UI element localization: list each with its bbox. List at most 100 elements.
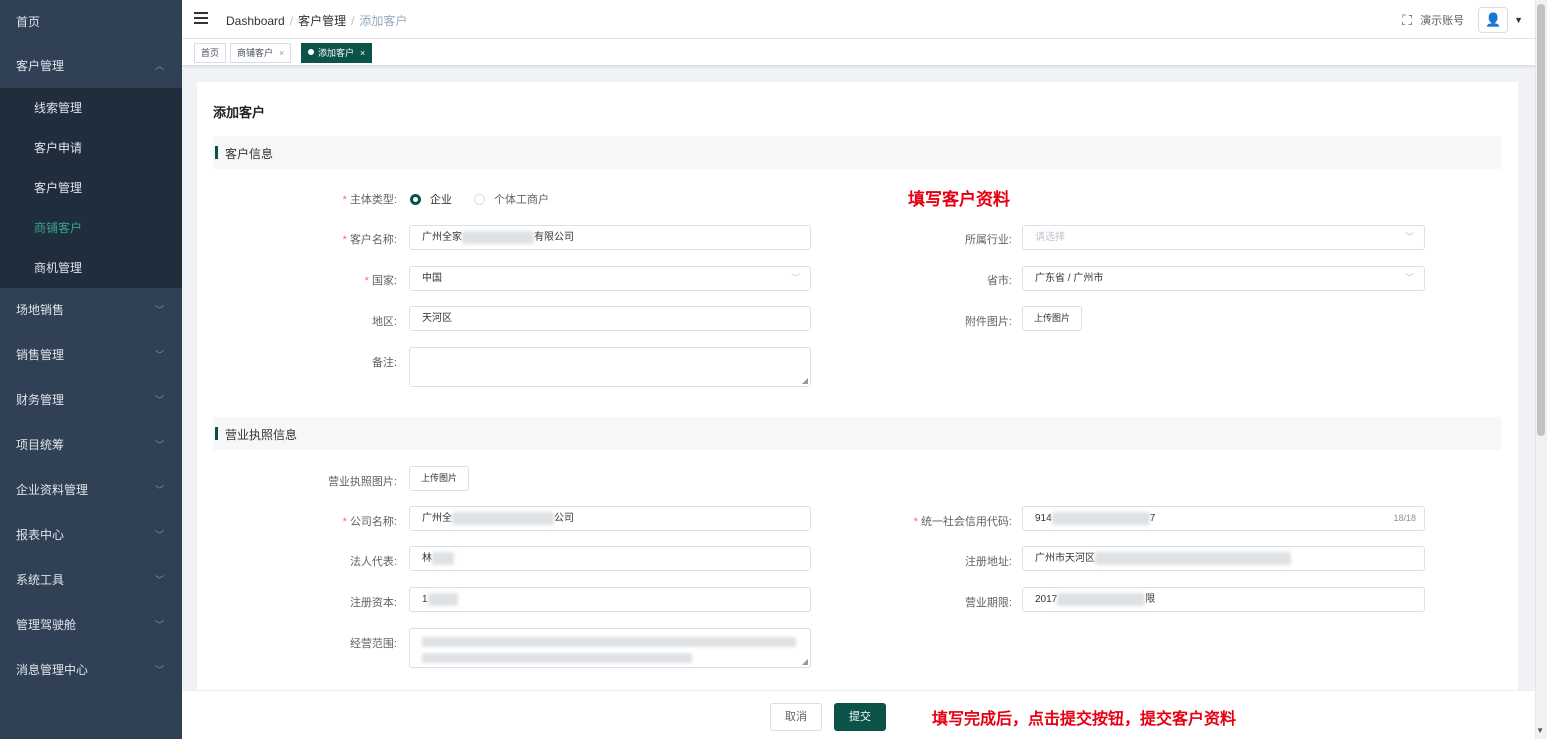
chevron-down-icon: ﹀ <box>154 395 164 405</box>
resize-handle-icon[interactable]: ◢ <box>802 376 808 385</box>
credit-code-input[interactable]: 914 7 18/18 <box>1022 506 1425 531</box>
chevron-down-icon: ﹀ <box>154 305 164 315</box>
chevron-down-icon: ﹀ <box>154 350 164 360</box>
sidebar-item-label: 销售管理 <box>16 348 65 362</box>
upload-attachment-button[interactable]: 上传图片 <box>1022 306 1083 331</box>
avatar[interactable]: 👤 <box>1478 7 1509 33</box>
user-icon: 👤 <box>1484 12 1502 27</box>
top-navbar: Dashboard / 客户管理 / 添加客户 ⛶ 演示账号 👤 ▼ <box>182 0 1547 39</box>
annotation-fill-info: 填写客户资料 <box>908 190 1010 209</box>
sidebar-item-label: 财务管理 <box>16 393 65 407</box>
sidebar-subitem-customer-application[interactable]: 客户申请 <box>0 128 182 168</box>
sidebar-subitem-shop-customers[interactable]: 商铺客户 <box>0 208 182 248</box>
legal-rep-input[interactable]: 林 <box>409 546 811 571</box>
industry-select[interactable]: 请选择 ﹀ <box>1022 225 1425 250</box>
remark-label: 备注: <box>371 357 397 369</box>
char-counter: 18/18 <box>1393 513 1416 523</box>
breadcrumb-item[interactable]: 客户管理 <box>298 14 346 28</box>
entity-type-label: * 主体类型: <box>342 194 397 206</box>
sidebar-item-venue-sales[interactable]: 场地销售 ﹀ <box>0 288 182 333</box>
business-term-label: 营业期限: <box>964 597 1012 609</box>
chevron-down-icon: ﹀ <box>154 530 164 540</box>
caret-down-icon[interactable]: ▼ <box>1514 15 1523 25</box>
account-name: 演示账号 <box>1420 15 1465 27</box>
district-input[interactable]: 天河区 <box>409 306 811 331</box>
form-footer: 取消 提交 填写完成后，点击提交按钮，提交客户资料 <box>182 690 1535 739</box>
license-image-label: 营业执照图片: <box>327 476 397 488</box>
sidebar-item-system-tools[interactable]: 系统工具 ﹀ <box>0 558 182 603</box>
sidebar-subitem-leads[interactable]: 线索管理 <box>0 88 182 128</box>
chevron-down-icon: ﹀ <box>154 485 164 495</box>
country-select[interactable]: 中国 ﹀ <box>409 266 811 291</box>
breadcrumb: Dashboard / 客户管理 / 添加客户 <box>226 14 408 28</box>
tag-label: 添加客户 <box>318 48 355 58</box>
sidebar-item-sales[interactable]: 销售管理 ﹀ <box>0 333 182 378</box>
sidebar-item-home[interactable]: 首页 <box>0 0 182 45</box>
sidebar-item-label: 管理驾驶舱 <box>16 618 77 632</box>
close-icon[interactable]: × <box>279 48 284 58</box>
reg-address-input[interactable]: 广州市天河区 <box>1022 546 1425 571</box>
sidebar-item-finance[interactable]: 财务管理 ﹀ <box>0 378 182 423</box>
reg-capital-label: 注册资本: <box>349 597 397 609</box>
customer-name-label: * 客户名称: <box>342 234 397 246</box>
chevron-down-icon: ﹀ <box>154 665 164 675</box>
sidebar-item-cockpit[interactable]: 管理驾驶舱 ﹀ <box>0 603 182 648</box>
section-title: 客户信息 <box>225 147 274 161</box>
scrollbar[interactable]: ▼ <box>1535 0 1547 739</box>
company-name-input[interactable]: 广州全 公司 <box>409 506 811 531</box>
province-label: 省市: <box>986 275 1012 287</box>
scroll-down-arrow-icon[interactable]: ▼ <box>1536 726 1544 735</box>
sidebar-item-messages[interactable]: 消息管理中心 ﹀ <box>0 648 182 693</box>
tag-add-customer[interactable]: 添加客户 × <box>301 43 373 63</box>
business-term-input[interactable]: 2017 限 <box>1022 587 1425 612</box>
district-label: 地区: <box>371 316 397 328</box>
customer-name-input[interactable]: 广州全家 有限公司 <box>409 225 811 250</box>
sidebar-item-company-info[interactable]: 企业资料管理 ﹀ <box>0 468 182 513</box>
customer-submenu: 线索管理 客户申请 客户管理 商铺客户 商机管理 <box>0 88 182 288</box>
tag-home[interactable]: 首页 <box>194 43 227 63</box>
sidebar-item-label: 客户管理 <box>16 59 65 73</box>
submit-button[interactable]: 提交 <box>834 703 886 731</box>
credit-code-label: * 统一社会信用代码: <box>913 516 1012 528</box>
resize-handle-icon[interactable]: ◢ <box>802 657 808 666</box>
sidebar-item-label: 项目统筹 <box>16 438 65 452</box>
sidebar: 首页 客户管理 ︿ 线索管理 客户申请 客户管理 商铺客户 商机管理 场地销售 ﹀ … <box>0 0 182 739</box>
breadcrumb-item[interactable]: Dashboard <box>226 14 285 28</box>
navbar-right: ⛶ 演示账号 👤 ▼ <box>1402 7 1523 33</box>
upload-license-button[interactable]: 上传图片 <box>409 466 470 491</box>
business-scope-label: 经营范围: <box>349 638 397 650</box>
tags-view: 首页 商铺客户 × 添加客户 × <box>182 39 1547 66</box>
chevron-down-icon: ﹀ <box>790 273 800 283</box>
cancel-button[interactable]: 取消 <box>770 703 822 731</box>
business-scope-textarea[interactable]: ◢ <box>409 628 811 668</box>
sidebar-subitem-opportunities[interactable]: 商机管理 <box>0 248 182 288</box>
reg-capital-input[interactable]: 1 <box>409 587 811 612</box>
sidebar-item-label: 首页 <box>16 15 41 29</box>
sidebar-item-customer-management[interactable]: 客户管理 ︿ <box>0 45 182 88</box>
chevron-down-icon: ﹀ <box>154 620 164 630</box>
attachment-label: 附件图片: <box>964 316 1012 328</box>
fullscreen-icon[interactable]: ⛶ <box>1402 12 1412 29</box>
form-card: 添加客户 客户信息 * 主体类型: 企业 个体工商户 填写客户资料 * 客户名称: … <box>197 82 1518 692</box>
tag-label: 商铺客户 <box>237 48 274 58</box>
section-customer-info: 客户信息 <box>213 136 1501 169</box>
section-title: 营业执照信息 <box>225 428 298 442</box>
radio-enterprise[interactable]: 企业 <box>410 191 452 207</box>
sidebar-item-projects[interactable]: 项目统筹 ﹀ <box>0 423 182 468</box>
scrollbar-thumb[interactable] <box>1537 4 1545 436</box>
chevron-down-icon: ﹀ <box>1404 232 1414 242</box>
tag-shop-customers[interactable]: 商铺客户 × <box>230 43 292 63</box>
sidebar-item-reports[interactable]: 报表中心 ﹀ <box>0 513 182 558</box>
radio-unchecked-icon <box>474 193 485 205</box>
industry-label: 所属行业: <box>964 234 1012 246</box>
company-name-label: * 公司名称: <box>342 516 397 528</box>
remark-textarea[interactable]: ◢ <box>409 347 811 387</box>
hamburger-icon[interactable] <box>194 12 208 25</box>
radio-individual[interactable]: 个体工商户 <box>474 191 549 207</box>
sidebar-subitem-customer-management[interactable]: 客户管理 <box>0 168 182 208</box>
annotation-submit-hint: 填写完成后，点击提交按钮，提交客户资料 <box>932 711 1237 728</box>
province-select[interactable]: 广东省 / 广州市 ﹀ <box>1022 266 1425 291</box>
radio-label: 企业 <box>430 194 452 206</box>
chevron-down-icon: ﹀ <box>154 440 164 450</box>
close-icon[interactable]: × <box>360 48 365 58</box>
